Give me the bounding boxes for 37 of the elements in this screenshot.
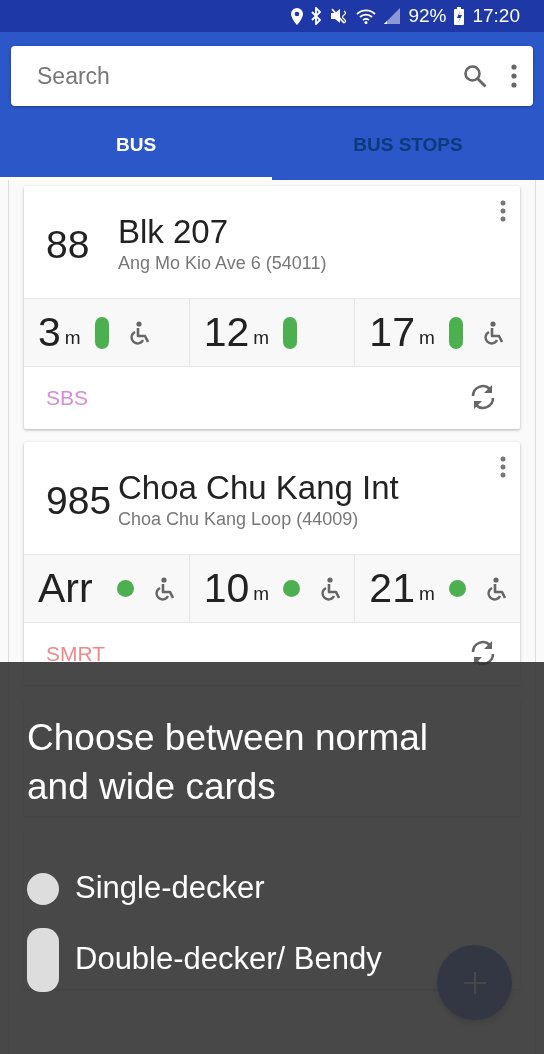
- operator-name: SBS: [46, 385, 89, 412]
- route-number: 88: [46, 221, 91, 268]
- bus-stop-name: Ang Mo Kio Ave 6 (54011): [118, 252, 327, 276]
- bus-stop-name: Choa Chu Kang Loop (44009): [118, 508, 360, 532]
- arrival-time: 3: [38, 312, 61, 353]
- minutes-unit: m: [253, 325, 270, 350]
- route-number: 985: [46, 477, 113, 524]
- battery-level: 92%: [408, 3, 447, 28]
- tab[interactable]: BUS: [0, 114, 272, 180]
- more-icon[interactable]: [500, 200, 506, 222]
- overlay-title: Choose between normal and wide cards: [27, 716, 430, 809]
- minutes-unit: m: [64, 325, 81, 350]
- arrival-time: 12: [203, 312, 250, 353]
- arrival-time: Arr: [38, 568, 93, 609]
- arrival-time: 17: [369, 312, 415, 353]
- search-bar[interactable]: Search: [11, 46, 533, 106]
- mute-icon: [330, 8, 349, 24]
- destination: Blk 207: [118, 212, 230, 251]
- status-time: 17:20: [472, 3, 520, 28]
- option-label: Double-decker/ Bendy: [75, 940, 382, 979]
- minutes-unit: m: [418, 325, 435, 350]
- operator-name: SMRT: [46, 641, 106, 668]
- destination: Choa Chu Kang Int: [118, 468, 399, 507]
- search-field[interactable]: Search: [11, 57, 439, 95]
- more-icon[interactable]: [511, 64, 517, 88]
- minutes-unit: m: [253, 581, 270, 606]
- arrival-time: 10: [203, 568, 250, 609]
- more-icon[interactable]: [500, 456, 506, 478]
- battery-icon: [454, 7, 465, 25]
- signal-icon: [384, 8, 401, 24]
- bluetooth-icon: [311, 7, 323, 25]
- arrival-time: 21: [369, 568, 415, 609]
- location-icon: [291, 7, 304, 25]
- search-icon[interactable]: [463, 64, 487, 88]
- option-label: Single-decker: [75, 869, 265, 908]
- minutes-unit: m: [418, 581, 435, 606]
- wifi-icon: [356, 8, 377, 24]
